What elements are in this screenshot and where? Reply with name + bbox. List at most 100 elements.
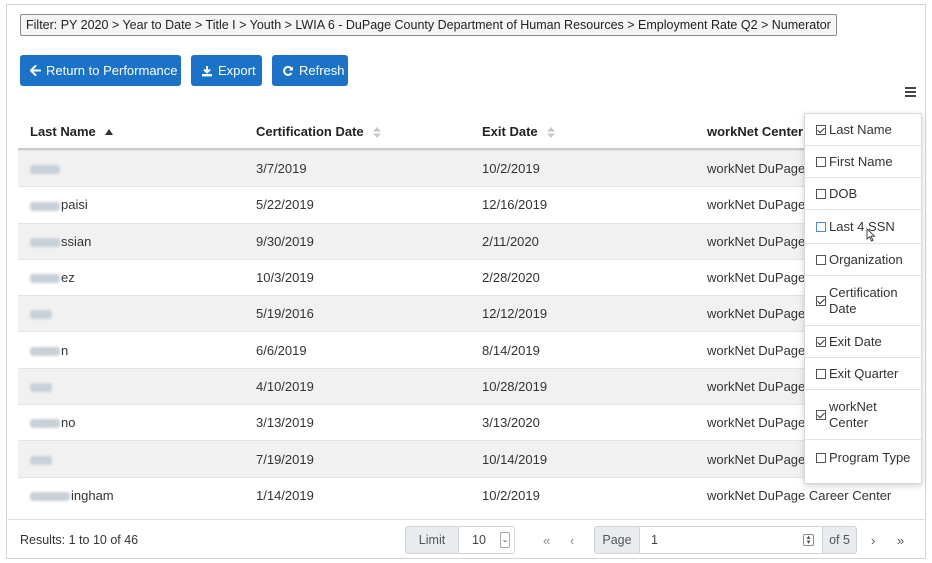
page-number-input[interactable]: 1 ▴ ▾	[640, 526, 823, 554]
cell-center: workNet DuPage	[707, 161, 806, 177]
cell-cert-date: 5/22/2019	[256, 197, 314, 213]
header-last-name[interactable]: Last Name	[30, 124, 114, 139]
checkbox[interactable]	[816, 368, 826, 379]
refresh-label: Refresh	[299, 63, 345, 78]
column-option-first-name[interactable]: First Name	[805, 146, 921, 178]
cell-last-name: no	[30, 415, 75, 430]
cell-center: workNet DuPage	[707, 233, 806, 249]
column-option-worknet-center[interactable]: workNet Center	[805, 390, 921, 440]
cell-last-name: ez	[30, 270, 75, 285]
checkbox[interactable]	[816, 254, 826, 265]
cell-last-name	[30, 452, 53, 467]
export-button[interactable]: Export	[191, 55, 262, 86]
first-page-button[interactable]: «	[543, 533, 550, 548]
cell-exit-date: 10/2/2019	[482, 487, 540, 503]
cell-exit-date: 8/14/2019	[482, 342, 540, 358]
mouse-pointer-icon	[866, 228, 876, 242]
table-row[interactable]: 4/10/2019 10/28/2019 workNet DuPage	[18, 367, 908, 405]
header-certification-date[interactable]: Certification Date	[256, 124, 382, 139]
sort-asc-icon	[105, 129, 114, 136]
cell-center: workNet DuPage	[707, 270, 806, 286]
cell-last-name: ssian	[30, 234, 91, 249]
cell-exit-date: 10/2/2019	[482, 161, 540, 177]
cell-last-name: paisi	[30, 197, 88, 212]
cell-center: workNet DuPage	[707, 342, 806, 358]
table-row[interactable]: 5/19/2016 12/12/2019 workNet DuPage	[18, 295, 908, 332]
table-row[interactable]: paisi 5/22/2019 12/16/2019 workNet DuPag…	[18, 186, 908, 222]
cell-last-name	[30, 161, 61, 176]
checkbox[interactable]	[816, 336, 826, 347]
cell-cert-date: 6/6/2019	[256, 342, 307, 358]
column-option-organization[interactable]: Organization	[805, 244, 921, 276]
cell-last-name: n	[30, 343, 68, 358]
cell-center: workNet DuPage	[707, 415, 806, 431]
limit-select[interactable]: 10 ⌄	[459, 526, 515, 554]
cell-center: workNet DuPage	[707, 451, 806, 467]
page-count-label: of 5	[823, 526, 857, 554]
column-option-last-name[interactable]: Last Name	[805, 114, 921, 146]
sort-icon	[373, 126, 382, 138]
cell-center: workNet DuPage	[707, 378, 806, 394]
export-label: Export	[218, 63, 256, 78]
cell-cert-date: 7/19/2019	[256, 451, 314, 467]
sort-icon	[547, 126, 556, 138]
prev-page-button[interactable]: ‹	[570, 533, 574, 548]
checkbox[interactable]	[816, 124, 826, 135]
header-worknet-center[interactable]: workNet Center	[707, 124, 803, 139]
cell-last-name	[30, 306, 53, 321]
cell-center: workNet DuPage	[707, 197, 806, 213]
chevron-down-icon: ⌄	[500, 532, 510, 548]
cell-cert-date: 5/19/2016	[256, 306, 314, 322]
cell-exit-date: 12/12/2019	[482, 306, 548, 322]
page-label: Page	[594, 526, 640, 554]
return-label: Return to Performance	[46, 63, 178, 78]
cell-exit-date: 2/11/2020	[482, 233, 539, 249]
next-page-button[interactable]: ›	[871, 533, 875, 548]
column-option-program-type[interactable]: Program Type	[805, 440, 921, 475]
download-icon	[202, 65, 212, 76]
table-row[interactable]: ez 10/3/2019 2/28/2020 workNet DuPage	[18, 258, 908, 295]
cell-cert-date: 10/3/2019	[256, 270, 314, 286]
table-header: Last Name Certification Date Exit Date w…	[18, 114, 908, 150]
pagination-footer: Results: 1 to 10 of 46 Limit 10 ⌄ « ‹ Pa…	[6, 519, 926, 559]
column-option-last-4-ssn[interactable]: Last 4 SSN	[805, 210, 921, 244]
cell-cert-date: 3/7/2019	[256, 161, 307, 177]
table-row[interactable]: n 6/6/2019 8/14/2019 workNet DuPage	[18, 331, 908, 367]
table-row[interactable]: no 3/13/2019 3/13/2020 workNet DuPage	[18, 404, 908, 440]
table-row[interactable]: 3/7/2019 10/2/2019 workNet DuPage	[18, 150, 908, 187]
cell-exit-date: 3/13/2020	[482, 415, 540, 431]
return-to-performance-button[interactable]: Return to Performance	[20, 55, 181, 86]
column-option-exit-date[interactable]: Exit Date	[805, 326, 921, 358]
limit-label: Limit	[405, 526, 459, 554]
checkbox[interactable]	[816, 156, 826, 167]
cell-center: workNet DuPage	[707, 306, 806, 322]
header-exit-date[interactable]: Exit Date	[482, 124, 556, 139]
column-option-exit-quarter[interactable]: Exit Quarter	[805, 358, 921, 390]
results-table: Last Name Certification Date Exit Date w…	[18, 114, 908, 513]
checkbox[interactable]	[816, 409, 826, 420]
checkbox[interactable]	[816, 188, 826, 199]
stepper-icon[interactable]: ▴ ▾	[803, 534, 814, 546]
cell-exit-date: 10/14/2019	[482, 451, 548, 467]
cell-last-name: ingham	[30, 488, 114, 503]
table-row[interactable]: ssian 9/30/2019 2/11/2020 workNet DuPage	[18, 222, 908, 259]
cell-exit-date: 2/28/2020	[482, 270, 540, 286]
cell-cert-date: 4/10/2019	[256, 378, 314, 394]
cell-cert-date: 9/30/2019	[256, 233, 314, 249]
table-row[interactable]: 7/19/2019 10/14/2019 workNet DuPage	[18, 440, 908, 477]
table-row[interactable]: ingham 1/14/2019 10/2/2019 workNet DuPag…	[18, 476, 908, 513]
column-option-dob[interactable]: DOB	[805, 178, 921, 210]
checkbox[interactable]	[816, 221, 826, 232]
cell-exit-date: 10/28/2019	[482, 378, 548, 394]
checkbox[interactable]	[816, 295, 826, 306]
column-option-certification-date[interactable]: Certification Date	[805, 276, 921, 326]
last-page-button[interactable]: »	[897, 533, 904, 548]
refresh-button[interactable]: Refresh	[272, 55, 348, 86]
cell-center: workNet DuPage Career Center	[707, 487, 892, 503]
cell-exit-date: 12/16/2019	[482, 197, 548, 213]
refresh-icon	[283, 65, 293, 76]
column-chooser-menu: Last Name First Name DOB Last 4 SSN Orga…	[804, 113, 922, 484]
checkbox[interactable]	[816, 452, 826, 463]
cell-cert-date: 3/13/2019	[256, 415, 314, 431]
column-chooser-icon[interactable]	[905, 87, 916, 97]
